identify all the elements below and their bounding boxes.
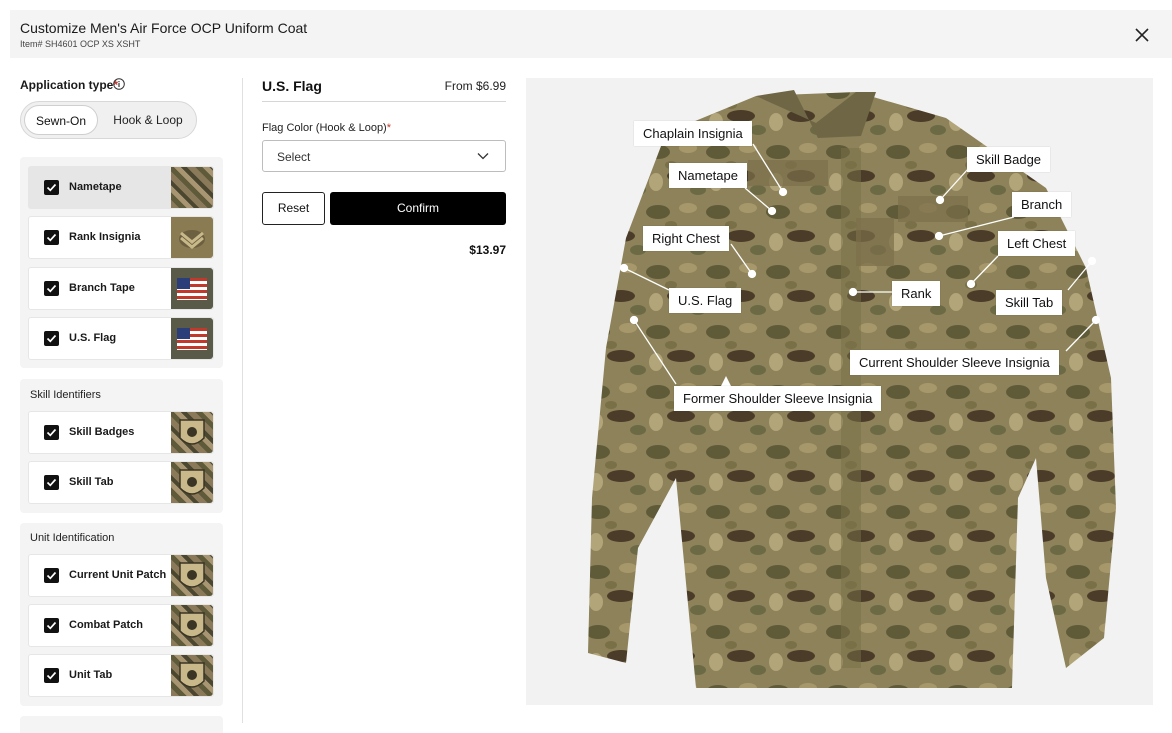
close-icon[interactable]: [1134, 27, 1150, 43]
unit-tab-checkbox[interactable]: [44, 668, 59, 683]
core-items-group: Nametape Rank Insignia Branch Tape U.S. …: [20, 157, 223, 368]
detail-price: From $6.99: [444, 79, 506, 93]
rank-insignia-checkbox[interactable]: [44, 230, 59, 245]
us-flag-checkbox[interactable]: [44, 331, 59, 346]
option-row-unit-tab[interactable]: Unit Tab: [28, 654, 214, 697]
hook-and-loop-option[interactable]: Hook & Loop: [105, 105, 191, 135]
callout-nametape[interactable]: Nametape: [669, 163, 747, 188]
application-type-label: Application type*: [20, 78, 119, 92]
option-row-us-flag[interactable]: U.S. Flag: [28, 317, 214, 360]
flag-patch-thumbnail: [171, 268, 213, 309]
callout-left-chest[interactable]: Left Chest: [998, 231, 1076, 256]
skill-identifiers-group: Skill Identifiers Skill Badges Skill Tab: [20, 379, 223, 513]
nametape-checkbox[interactable]: [44, 180, 59, 195]
callout-rank[interactable]: Rank: [892, 281, 941, 306]
patch-thumbnail: [171, 555, 213, 596]
combat-patch-label: Combat Patch: [69, 619, 143, 631]
nametape-thumbnail: [171, 167, 213, 208]
skill-badges-label: Skill Badges: [69, 426, 135, 438]
rank-insignia-label: Rank Insignia: [69, 231, 141, 243]
patch-thumbnail: [171, 605, 213, 646]
next-group-partial: [20, 716, 223, 733]
callout-former-shoulder-sleeve-insignia[interactable]: Former Shoulder Sleeve Insignia: [674, 386, 882, 411]
application-type-toggle: Sewn-On Hook & Loop: [20, 101, 197, 139]
branch-tape-checkbox[interactable]: [44, 281, 59, 296]
skill-badges-checkbox[interactable]: [44, 425, 59, 440]
option-row-current-unit-patch[interactable]: Current Unit Patch: [28, 554, 214, 597]
info-icon[interactable]: [113, 78, 125, 90]
flag-color-select-value: Select: [277, 150, 311, 164]
chevron-down-icon: [477, 153, 489, 160]
callout-skill-badge[interactable]: Skill Badge: [967, 147, 1051, 172]
callout-branch[interactable]: Branch: [1012, 192, 1072, 217]
unit-tab-label: Unit Tab: [69, 669, 113, 681]
reset-button[interactable]: Reset: [262, 192, 325, 225]
modal-title: Customize Men's Air Force OCP Uniform Co…: [20, 20, 308, 36]
nametape-label: Nametape: [69, 181, 122, 193]
detail-title: U.S. Flag: [262, 78, 322, 94]
modal-header: Customize Men's Air Force OCP Uniform Co…: [10, 10, 1172, 58]
detail-divider: [262, 101, 506, 102]
option-row-skill-tab[interactable]: Skill Tab: [28, 461, 214, 504]
option-row-rank-insignia[interactable]: Rank Insignia: [28, 216, 214, 259]
flag-patch-thumbnail: [171, 318, 213, 359]
current-unit-patch-label: Current Unit Patch: [69, 569, 167, 581]
option-row-skill-badges[interactable]: Skill Badges: [28, 411, 214, 454]
option-row-branch-tape[interactable]: Branch Tape: [28, 267, 214, 310]
patch-thumbnail: [171, 462, 213, 503]
option-row-nametape[interactable]: Nametape: [28, 166, 214, 209]
current-unit-patch-checkbox[interactable]: [44, 568, 59, 583]
callout-chaplain-insignia[interactable]: Chaplain Insignia: [634, 121, 752, 146]
callout-skill-tab[interactable]: Skill Tab: [996, 290, 1063, 315]
patch-thumbnail: [171, 412, 213, 453]
unit-identification-group: Unit Identification Current Unit Patch C…: [20, 523, 223, 706]
callout-current-shoulder-sleeve-insignia[interactable]: Current Shoulder Sleeve Insignia: [850, 350, 1059, 375]
panel-divider: [242, 78, 243, 723]
product-image: Chaplain Insignia Skill Badge Nametape B…: [526, 78, 1153, 705]
flag-color-label: Flag Color (Hook & Loop)*: [262, 122, 392, 134]
skill-tab-label: Skill Tab: [69, 476, 114, 488]
skill-tab-checkbox[interactable]: [44, 475, 59, 490]
sewn-on-option[interactable]: Sewn-On: [24, 105, 98, 135]
combat-patch-checkbox[interactable]: [44, 618, 59, 633]
total-price: $13.97: [469, 243, 506, 257]
confirm-button[interactable]: Confirm: [330, 192, 506, 225]
branch-tape-label: Branch Tape: [69, 282, 135, 294]
options-panel: Application type* Sewn-On Hook & Loop Na…: [20, 70, 224, 733]
flag-color-select[interactable]: Select: [262, 140, 506, 172]
callout-right-chest[interactable]: Right Chest: [643, 226, 729, 251]
unit-identification-title: Unit Identification: [30, 532, 115, 544]
rank-insignia-thumbnail: [171, 217, 213, 258]
option-row-combat-patch[interactable]: Combat Patch: [28, 604, 214, 647]
callout-us-flag[interactable]: U.S. Flag: [669, 288, 742, 313]
skill-identifiers-title: Skill Identifiers: [30, 389, 101, 401]
us-flag-label: U.S. Flag: [69, 332, 117, 344]
item-number: Item# SH4601 OCP XS XSHT: [20, 39, 141, 49]
patch-thumbnail: [171, 655, 213, 696]
